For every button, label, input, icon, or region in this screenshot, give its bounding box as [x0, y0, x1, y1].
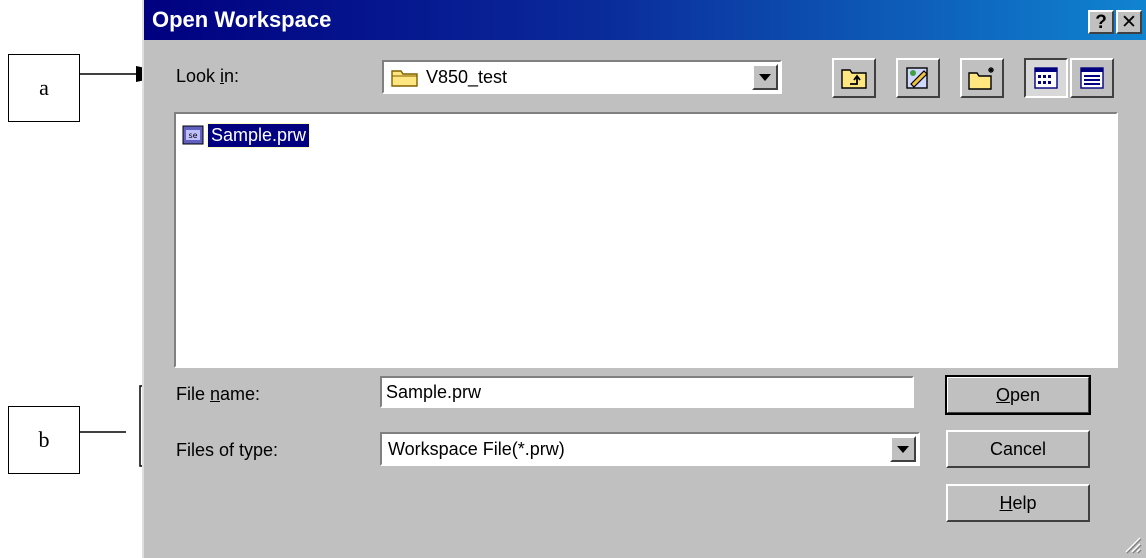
- chevron-down-icon: [759, 73, 771, 81]
- look-in-label: Look in:: [176, 66, 240, 86]
- help-button[interactable]: Help: [946, 484, 1090, 522]
- close-title-button[interactable]: ✕: [1116, 10, 1142, 34]
- files-of-type-value: Workspace File(*.prw): [388, 438, 565, 459]
- details-view-icon: [1080, 67, 1104, 89]
- callout-label-a: a: [8, 54, 80, 122]
- look-in-dropdown-arrow[interactable]: [752, 64, 778, 90]
- files-of-type-label: Files of type:: [176, 440, 279, 460]
- file-name-label: Sample.prw: [206, 122, 311, 148]
- files-of-type-dropdown-arrow[interactable]: [890, 436, 916, 462]
- folder-icon: [391, 70, 418, 87]
- files-of-type-dropdown[interactable]: Workspace File(*.prw): [380, 432, 920, 466]
- create-new-folder-button[interactable]: [960, 58, 1004, 98]
- file-name-label: File name:: [176, 384, 261, 404]
- cancel-button[interactable]: Cancel: [946, 430, 1090, 468]
- callout-label-b: b: [8, 406, 80, 474]
- open-workspace-dialog: Open Workspace ? ✕ Look in: V850_test se…: [142, 0, 1146, 558]
- svg-text:se: se: [188, 131, 197, 140]
- favorites-button[interactable]: [896, 58, 940, 98]
- up-one-level-button[interactable]: [832, 58, 876, 98]
- list-view-button[interactable]: [1024, 58, 1068, 98]
- file-list[interactable]: se Sample.prw: [174, 112, 1118, 368]
- up-folder-icon: [841, 69, 867, 89]
- favorites-icon: [906, 67, 928, 89]
- workspace-file-icon: se: [182, 125, 204, 145]
- file-name-input[interactable]: Sample.prw: [380, 376, 914, 408]
- details-view-button[interactable]: [1070, 58, 1114, 98]
- new-folder-icon: [968, 67, 994, 90]
- open-button[interactable]: Open: [945, 375, 1091, 415]
- list-view-icon: [1034, 67, 1058, 89]
- look-in-value: V850_test: [426, 66, 508, 87]
- help-title-button[interactable]: ?: [1088, 10, 1114, 34]
- chevron-down-icon: [897, 445, 909, 453]
- look-in-dropdown[interactable]: V850_test: [382, 60, 782, 94]
- file-list-item[interactable]: se Sample.prw: [182, 122, 311, 148]
- title-bar[interactable]: Open Workspace ? ✕: [144, 0, 1146, 40]
- resize-grip-icon[interactable]: [1120, 532, 1142, 554]
- dialog-title: Open Workspace: [152, 7, 332, 32]
